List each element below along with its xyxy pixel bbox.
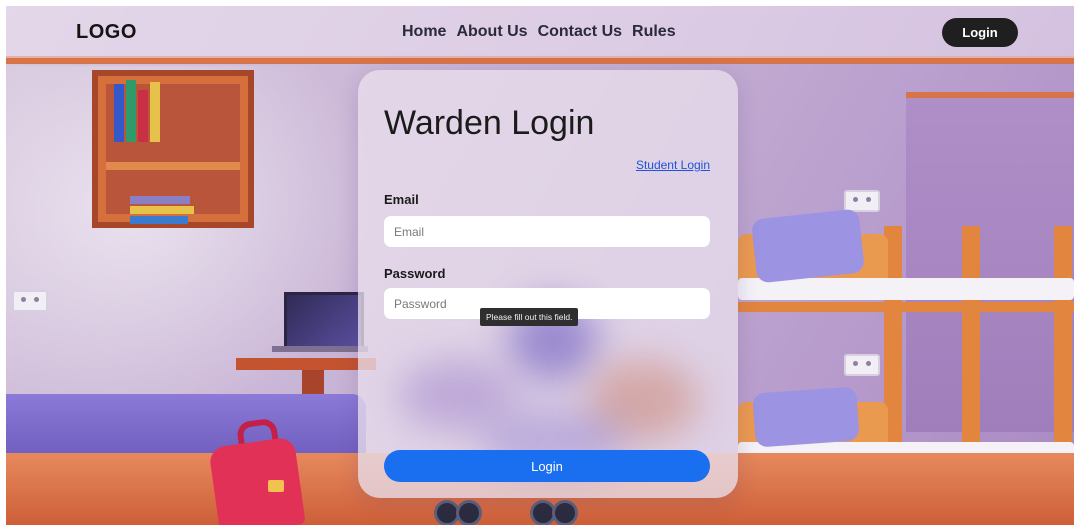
email-field[interactable] bbox=[384, 216, 710, 247]
shelf-board bbox=[106, 162, 240, 170]
book bbox=[130, 196, 190, 204]
bunk-post bbox=[962, 226, 980, 476]
nav-link-home[interactable]: Home bbox=[402, 23, 446, 41]
backpack-buckle bbox=[268, 480, 284, 492]
student-login-link[interactable]: Student Login bbox=[636, 158, 710, 172]
wall-shelf bbox=[92, 70, 254, 228]
desk bbox=[236, 358, 376, 370]
logo: LOGO bbox=[76, 21, 137, 43]
nav-login-button[interactable]: Login bbox=[942, 18, 1018, 47]
wall-outlet bbox=[844, 190, 880, 212]
skate-wheel bbox=[456, 500, 482, 525]
backpack bbox=[208, 436, 306, 525]
book bbox=[130, 206, 194, 214]
right-wall bbox=[906, 92, 1074, 432]
bunk-rail bbox=[738, 302, 1074, 312]
email-label: Email bbox=[384, 192, 419, 207]
nav-link-contact-us[interactable]: Contact Us bbox=[538, 23, 622, 41]
book bbox=[126, 80, 136, 142]
wall-outlet bbox=[844, 354, 880, 376]
skate-wheel bbox=[552, 500, 578, 525]
book bbox=[150, 82, 160, 142]
bunk-post bbox=[1054, 226, 1072, 476]
nav-link-rules[interactable]: Rules bbox=[632, 23, 676, 41]
wall-outlet bbox=[12, 290, 48, 312]
ceiling-trim-right bbox=[906, 92, 1074, 98]
password-label: Password bbox=[384, 266, 446, 281]
validation-tooltip: Please fill out this field. bbox=[480, 308, 579, 326]
laptop-base bbox=[272, 346, 368, 352]
login-submit-button[interactable]: Login bbox=[384, 450, 710, 482]
book bbox=[130, 216, 188, 224]
nav-link-about-us[interactable]: About Us bbox=[456, 23, 527, 41]
warden-login-card: Warden Login Student Login Email Passwor… bbox=[358, 70, 738, 498]
upper-pillow bbox=[750, 208, 866, 284]
laptop bbox=[284, 292, 364, 350]
page-title: Warden Login bbox=[384, 104, 595, 142]
top-navbar: LOGO Home About Us Contact Us Rules Logi… bbox=[6, 6, 1074, 58]
book bbox=[138, 90, 148, 142]
book bbox=[114, 84, 124, 142]
lower-pillow bbox=[752, 386, 860, 448]
upper-mattress bbox=[738, 278, 1074, 300]
page-frame: LOGO Home About Us Contact Us Rules Logi… bbox=[6, 6, 1074, 525]
nav-links: Home About Us Contact Us Rules bbox=[402, 23, 676, 41]
